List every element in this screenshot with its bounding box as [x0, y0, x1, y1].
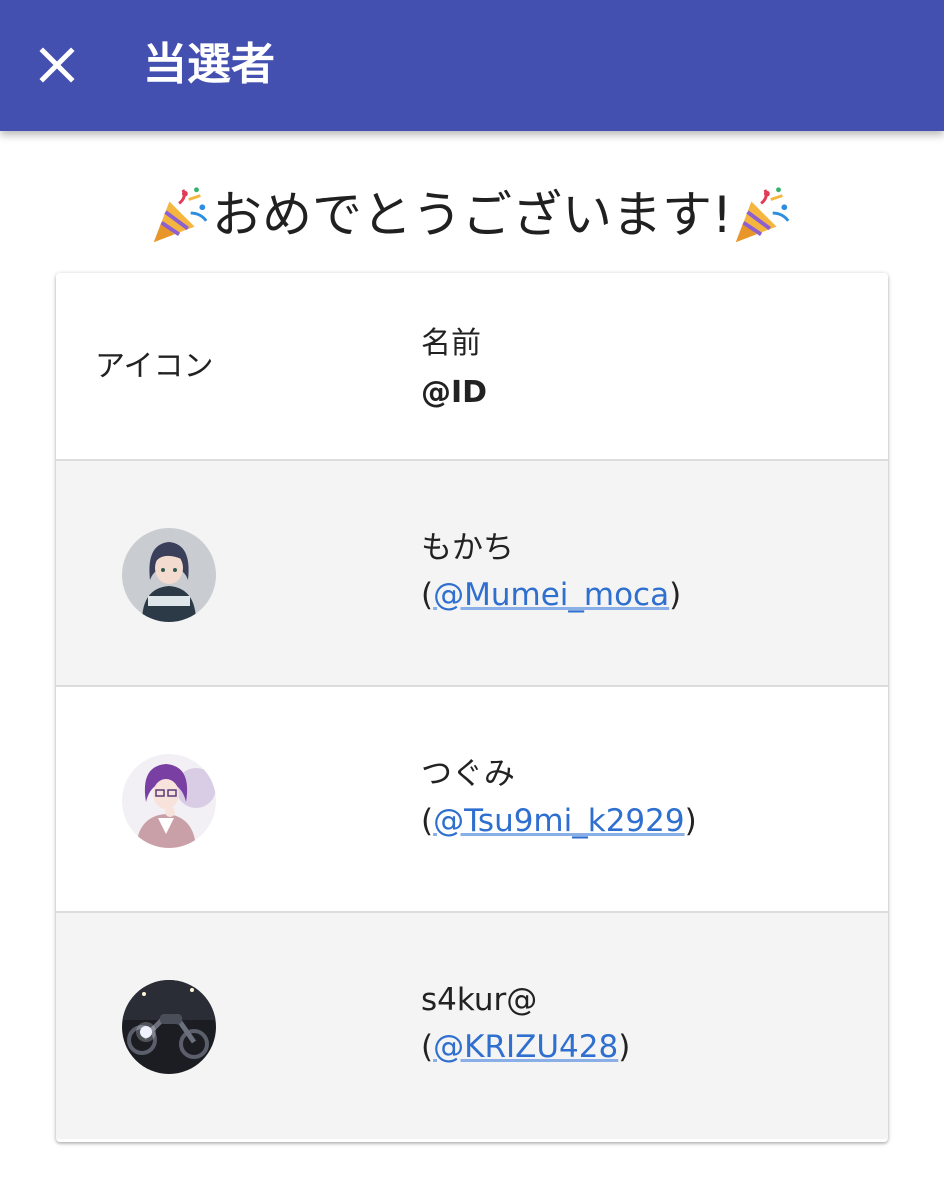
- party-popper-icon: [735, 186, 790, 242]
- winner-id-link[interactable]: @Tsu9mi_k2929: [433, 803, 684, 839]
- avatar: [122, 528, 216, 622]
- table-header: アイコン 名前 @ID: [56, 273, 888, 461]
- column-header-icon: アイコン: [95, 349, 214, 384]
- close-icon: [39, 47, 75, 83]
- winner-name: s4kur@: [421, 982, 538, 1018]
- avatar: [122, 980, 216, 1074]
- table-row: もかち (@Mumei_moca): [56, 461, 888, 687]
- page-title: 当選者: [143, 39, 275, 90]
- party-popper-icon: [153, 186, 208, 242]
- winner-name: もかち: [421, 530, 514, 566]
- column-header-name: 名前: [421, 326, 481, 361]
- column-header-id: @ID: [421, 375, 488, 410]
- winner-id: (@KRIZU428): [421, 1029, 631, 1065]
- winner-id: (@Mumei_moca): [421, 577, 682, 613]
- winner-id: (@Tsu9mi_k2929): [421, 803, 697, 839]
- winner-id-link[interactable]: @Mumei_moca: [433, 577, 669, 613]
- winner-name: つぐみ: [421, 756, 515, 792]
- table-row: つぐみ (@Tsu9mi_k2929): [56, 687, 888, 913]
- table-row: s4kur@ (@KRIZU428): [56, 913, 888, 1139]
- congrats-text: おめでとうございます!: [211, 186, 733, 244]
- avatar: [122, 754, 216, 848]
- app-bar: 当選者: [0, 0, 944, 131]
- winner-id-link[interactable]: @KRIZU428: [433, 1029, 618, 1065]
- close-button[interactable]: [22, 30, 92, 100]
- congrats-heading: おめでとうございます!: [0, 180, 944, 250]
- winners-table: アイコン 名前 @ID もかち (@Mumei_moca) つぐみ (@Tsu9…: [56, 273, 888, 1142]
